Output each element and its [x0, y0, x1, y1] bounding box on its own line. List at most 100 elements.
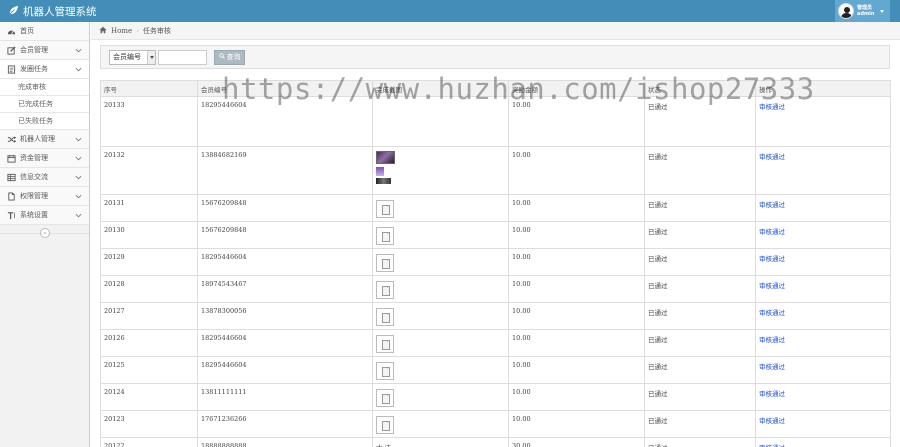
caret-down-icon: [880, 9, 885, 13]
search-field-select[interactable]: 会员编号: [109, 49, 156, 65]
sidebar-item-5[interactable]: 信息交流: [0, 168, 89, 187]
row-id-cell: 20131: [100, 194, 198, 222]
reward-amount-cell: 10.00: [508, 383, 645, 411]
search-button[interactable]: 查询: [214, 49, 245, 65]
search-field-select-value: 会员编号: [113, 53, 141, 61]
table-row: 20125 18295446604 10.00 已通过 审核通过: [100, 356, 891, 384]
table-row: 2012218888888888大 法30.00已通过审核通过: [100, 437, 891, 447]
screenshot-thumbnail[interactable]: [376, 151, 395, 164]
sidebar-item-7[interactable]: 系统设置: [0, 206, 89, 225]
broken-image-icon[interactable]: [376, 227, 394, 245]
approve-link[interactable]: 审核通过: [759, 363, 785, 371]
breadcrumb-separator: ›: [136, 26, 139, 35]
sidebar-item-label: 权限管理: [20, 192, 48, 200]
broken-image-icon[interactable]: [376, 308, 394, 326]
task-table: 序号 会员编号 完成截图 奖励金额 状态 操作 20133 18295446604 10.00…: [100, 80, 891, 447]
action-cell: 审核通过: [755, 329, 891, 357]
sidebar-item-label: 首页: [20, 27, 34, 35]
status-cell: 已通过: [644, 356, 756, 384]
column-header: 完成截图: [372, 80, 509, 97]
reward-amount-cell: 10.00: [508, 302, 645, 330]
approve-link[interactable]: 审核通过: [759, 255, 785, 263]
user-menu[interactable]: 管理员 admin: [835, 0, 890, 22]
breadcrumb-home[interactable]: Home: [111, 27, 132, 35]
row-id-cell: 20125: [100, 356, 198, 384]
broken-image-icon[interactable]: [376, 254, 394, 272]
table-row: 20128 18974543467 10.00 已通过 审核通过: [100, 275, 891, 303]
broken-image-icon[interactable]: [376, 200, 394, 218]
screenshot-thumbnail[interactable]: [376, 178, 391, 184]
member-id-cell: 18295446604: [197, 248, 373, 276]
approve-link[interactable]: 审核通过: [759, 228, 785, 236]
row-id-cell: 20123: [100, 410, 198, 438]
approve-link[interactable]: 审核通过: [759, 417, 785, 425]
member-id-cell: 18888888888: [197, 437, 373, 447]
broken-image-icon[interactable]: [376, 389, 394, 407]
screenshot-cell: [372, 356, 509, 384]
row-id-cell: 20130: [100, 221, 198, 249]
status-cell: 已通过: [644, 194, 756, 222]
member-id-cell: 18295446604: [197, 356, 373, 384]
screenshot-thumbnail[interactable]: [376, 167, 384, 176]
status-cell: 已通过: [644, 221, 756, 249]
breadcrumb-current: 任务审核: [142, 26, 171, 35]
sidebar-item-1[interactable]: 会员管理: [0, 41, 89, 60]
reward-amount-cell: 10.00: [508, 248, 645, 276]
status-cell: 已通过: [644, 96, 756, 147]
action-cell: 审核通过: [755, 96, 891, 147]
member-id-cell: 13878300056: [197, 302, 373, 330]
sidebar-item-0[interactable]: 首页: [0, 22, 89, 41]
brand[interactable]: 机器人管理系统: [8, 4, 97, 19]
sidebar-item-6[interactable]: 权限管理: [0, 187, 89, 206]
action-cell: 审核通过: [755, 410, 891, 438]
approve-link[interactable]: 审核通过: [759, 153, 785, 161]
chevron-down-icon: [147, 50, 155, 64]
sidebar-subitem-1[interactable]: 已完成任务: [0, 96, 89, 113]
chevron-down-icon: [75, 136, 82, 143]
screenshot-cell: [372, 96, 509, 147]
chevron-down-icon: [75, 174, 82, 181]
broken-image-icon[interactable]: [376, 416, 394, 434]
sidebar-collapse-toggle[interactable]: «: [0, 225, 89, 241]
search-input[interactable]: [158, 49, 207, 65]
edit-icon: [6, 45, 16, 55]
screenshot-cell: [372, 383, 509, 411]
broken-image-icon[interactable]: [376, 281, 394, 299]
broken-image-icon[interactable]: [376, 362, 394, 380]
table-row: 20124 13811111111 10.00 已通过 审核通过: [100, 383, 891, 411]
action-cell: 审核通过: [755, 383, 891, 411]
table-header-row: 序号 会员编号 完成截图 奖励金额 状态 操作: [100, 80, 891, 97]
approve-link[interactable]: 审核通过: [759, 103, 785, 111]
chevron-down-icon: [75, 47, 82, 54]
avatar: [838, 3, 854, 19]
sidebar-subitem-2[interactable]: 已失败任务: [0, 113, 89, 130]
approve-link[interactable]: 审核通过: [759, 336, 785, 344]
approve-link[interactable]: 审核通过: [759, 390, 785, 398]
sidebar-item-label: 资金管理: [20, 154, 48, 162]
sidebar-item-3[interactable]: 机器人管理: [0, 130, 89, 149]
sidebar-item-label: 发圈任务: [20, 65, 48, 73]
column-header: 会员编号: [197, 80, 373, 97]
table-row: 20133 18295446604 10.00 已通过 审核通过: [100, 96, 891, 147]
member-id-cell: 18295446604: [197, 96, 373, 147]
sidebar-subitem-0[interactable]: 完成审核: [0, 79, 89, 96]
member-id-cell: 18974543467: [197, 275, 373, 303]
action-cell: 审核通过: [755, 302, 891, 330]
row-id-cell: 20133: [100, 96, 198, 147]
screenshot-cell: [372, 302, 509, 330]
dashboard-icon: [6, 26, 16, 36]
status-cell: 已通过: [644, 302, 756, 330]
table-row: 20131 15676209848 10.00 已通过 审核通过: [100, 194, 891, 222]
member-id-cell: 15676209848: [197, 221, 373, 249]
reward-amount-cell: 10.00: [508, 146, 645, 195]
approve-link[interactable]: 审核通过: [759, 282, 785, 290]
broken-image-icon[interactable]: [376, 335, 394, 353]
approve-link[interactable]: 审核通过: [759, 201, 785, 209]
sidebar-item-4[interactable]: 资金管理: [0, 149, 89, 168]
screenshot-cell: [372, 248, 509, 276]
list-icon: [6, 64, 16, 74]
leaf-icon: [8, 5, 19, 19]
approve-link[interactable]: 审核通过: [759, 309, 785, 317]
sidebar-item-2[interactable]: 发圈任务: [0, 60, 89, 79]
screenshot-cell: [372, 221, 509, 249]
